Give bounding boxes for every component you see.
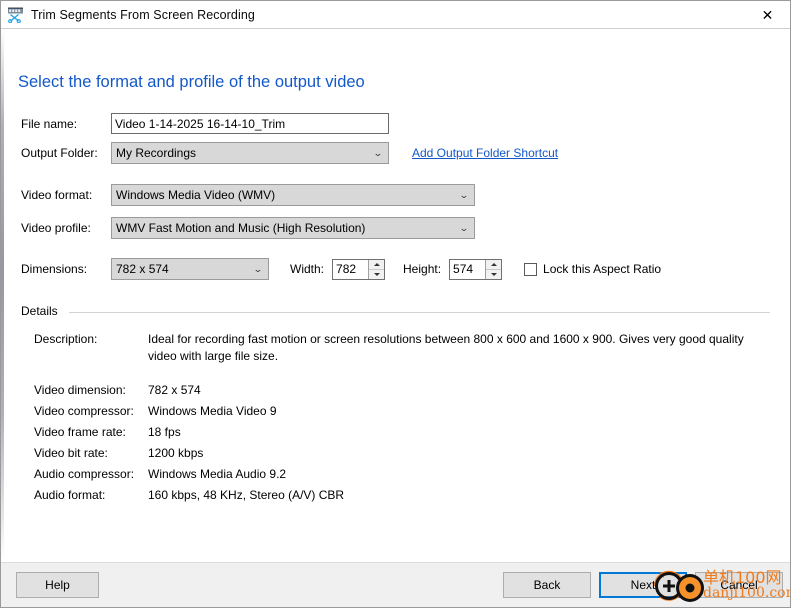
width-increment-button[interactable]: [369, 260, 385, 270]
file-name-row: File name: Video 1-14-2025 16-14-10_Trim: [21, 113, 389, 134]
add-output-folder-shortcut-link[interactable]: Add Output Folder Shortcut: [412, 146, 558, 160]
video-frame-rate-value: 18 fps: [148, 425, 181, 439]
file-name-input[interactable]: Video 1-14-2025 16-14-10_Trim: [111, 113, 389, 134]
cancel-button[interactable]: Cancel: [695, 572, 783, 598]
video-format-value: Windows Media Video (WMV): [116, 188, 276, 202]
height-decrement-button[interactable]: [486, 270, 501, 279]
chevron-down-icon: ⌄: [458, 222, 470, 233]
scissors-filmstrip-icon: [7, 6, 24, 24]
height-stepper-buttons[interactable]: [485, 259, 502, 279]
dimensions-label: Dimensions:: [21, 262, 88, 276]
lock-aspect-ratio-checkbox[interactable]: Lock this Aspect Ratio: [524, 262, 661, 276]
audio-compressor-label: Audio compressor:: [34, 467, 135, 481]
checkbox-box-icon[interactable]: [524, 262, 538, 276]
description-line-1: Ideal for recording fast motion or scree…: [148, 332, 744, 346]
video-format-label: Video format:: [21, 188, 93, 202]
window-title: Trim Segments From Screen Recording: [31, 7, 255, 22]
output-folder-value: My Recordings: [116, 146, 197, 160]
back-button[interactable]: Back: [503, 572, 591, 598]
width-label: Width:: [290, 262, 325, 276]
details-group-label: Details: [21, 304, 63, 318]
lock-aspect-ratio-label: Lock this Aspect Ratio: [543, 262, 662, 276]
close-icon[interactable]: ✕: [745, 2, 790, 28]
video-format-dropdown[interactable]: Windows Media Video (WMV) ⌄: [111, 184, 475, 206]
output-folder-label: Output Folder:: [21, 146, 98, 160]
title-bar: Trim Segments From Screen Recording ✕: [1, 1, 790, 29]
details-group-separator: [69, 312, 770, 313]
description-label: Description:: [34, 332, 98, 346]
dimensions-row: Dimensions: 782 x 574 ⌄ Width: 782 Heigh…: [21, 258, 661, 280]
height-increment-button[interactable]: [486, 260, 502, 270]
video-profile-value: WMV Fast Motion and Music (High Resoluti…: [116, 221, 366, 235]
dialog-footer: Help Back Next Cancel: [1, 562, 790, 607]
help-button[interactable]: Help: [16, 572, 99, 598]
chevron-down-icon: ⌄: [458, 189, 470, 200]
audio-compressor-value: Windows Media Audio 9.2: [148, 467, 287, 481]
trim-segments-dialog: Trim Segments From Screen Recording ✕ Se…: [0, 0, 791, 608]
output-folder-dropdown[interactable]: My Recordings ⌄: [111, 142, 389, 164]
video-profile-label: Video profile:: [21, 221, 91, 235]
video-bit-rate-label: Video bit rate:: [34, 446, 108, 460]
chevron-down-icon: ⌄: [252, 263, 264, 274]
video-compressor-value: Windows Media Video 9: [148, 404, 277, 418]
output-folder-row: Output Folder: My Recordings ⌄ Add Outpu…: [21, 142, 558, 164]
width-decrement-button[interactable]: [369, 270, 384, 279]
next-button[interactable]: Next: [599, 572, 687, 598]
width-stepper[interactable]: 782: [332, 258, 386, 280]
dialog-body: Select the format and profile of the out…: [1, 29, 790, 562]
dimensions-value: 782 x 574: [116, 262, 169, 276]
left-accent-strip: [1, 29, 4, 562]
chevron-down-icon: ⌄: [372, 147, 384, 158]
video-profile-row: Video profile: WMV Fast Motion and Music…: [21, 217, 475, 239]
video-profile-dropdown[interactable]: WMV Fast Motion and Music (High Resoluti…: [111, 217, 475, 239]
height-input[interactable]: 574: [450, 260, 485, 279]
width-input[interactable]: 782: [333, 260, 368, 279]
video-dimension-label: Video dimension:: [34, 383, 126, 397]
width-stepper-buttons[interactable]: [368, 259, 385, 279]
height-label: Height:: [403, 262, 442, 276]
height-stepper[interactable]: 574: [449, 258, 503, 280]
video-format-row: Video format: Windows Media Video (WMV) …: [21, 184, 475, 206]
dimensions-dropdown[interactable]: 782 x 574 ⌄: [111, 258, 269, 280]
video-compressor-label: Video compressor:: [34, 404, 134, 418]
video-bit-rate-value: 1200 kbps: [148, 446, 204, 460]
audio-format-label: Audio format:: [34, 488, 106, 502]
description-line-2: video with large file size.: [148, 349, 279, 363]
video-dimension-value: 782 x 574: [148, 383, 201, 397]
video-frame-rate-label: Video frame rate:: [34, 425, 126, 439]
file-name-label: File name:: [21, 116, 78, 131]
audio-format-value: 160 kbps, 48 KHz, Stereo (A/V) CBR: [148, 488, 345, 502]
page-title: Select the format and profile of the out…: [18, 73, 365, 91]
